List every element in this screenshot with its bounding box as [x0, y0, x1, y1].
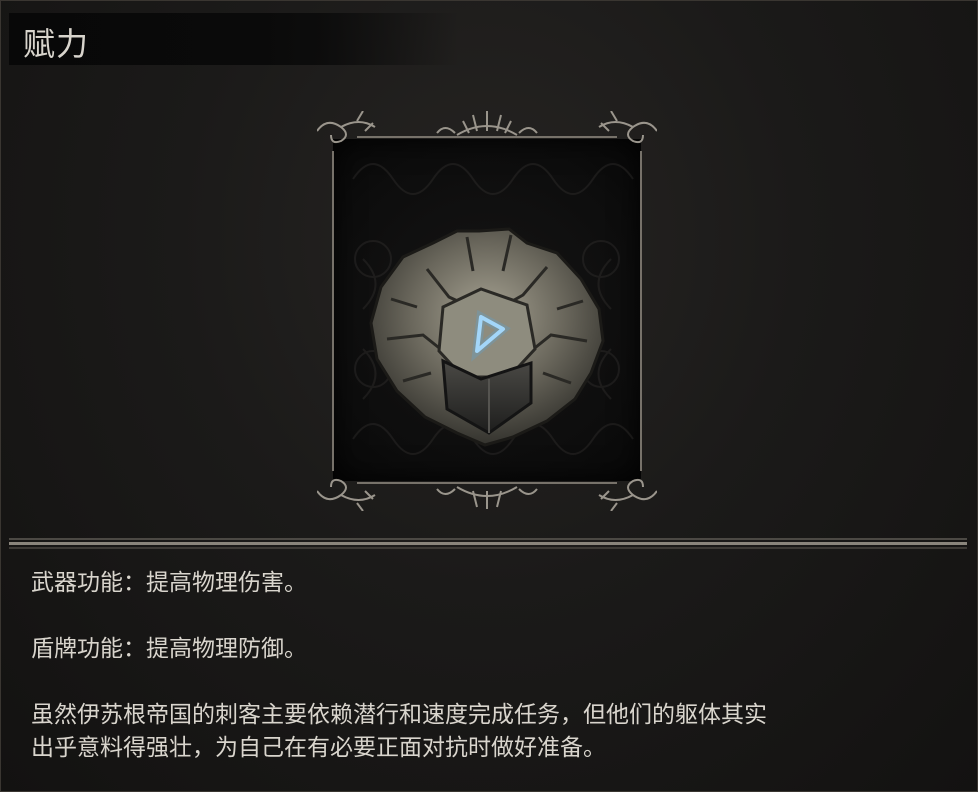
stone-heart-shield-icon — [369, 227, 605, 447]
item-description: 武器功能：提高物理伤害。 盾牌功能：提高物理防御。 虽然伊苏根帝国的刺客主要依赖… — [31, 567, 961, 765]
section-divider — [9, 538, 967, 550]
bottom-center-crown — [436, 486, 538, 509]
item-artwork-frame — [317, 111, 657, 511]
top-center-crown — [436, 111, 538, 136]
bottom-right-flourish — [598, 478, 657, 511]
item-detail-panel: 赋力 武器功能：提高物理伤害。 盾牌功能：提高物理防御。 虽然伊苏根帝国的刺客主… — [0, 0, 978, 792]
lore-text-line-2: 出乎意料得强壮，为自己在有必要正面对抗时做好准备。 — [31, 735, 606, 761]
shield-effect-text: 盾牌功能：提高物理防御。 — [31, 636, 307, 662]
item-title: 赋力 — [23, 25, 90, 63]
bottom-left-flourish — [317, 478, 376, 511]
weapon-effect-text: 武器功能：提高物理伤害。 — [31, 570, 307, 596]
ornamental-border — [317, 111, 657, 511]
lore-text-line-1: 虽然伊苏根帝国的刺客主要依赖潜行和速度完成任务，但他们的躯体其实 — [31, 702, 767, 728]
